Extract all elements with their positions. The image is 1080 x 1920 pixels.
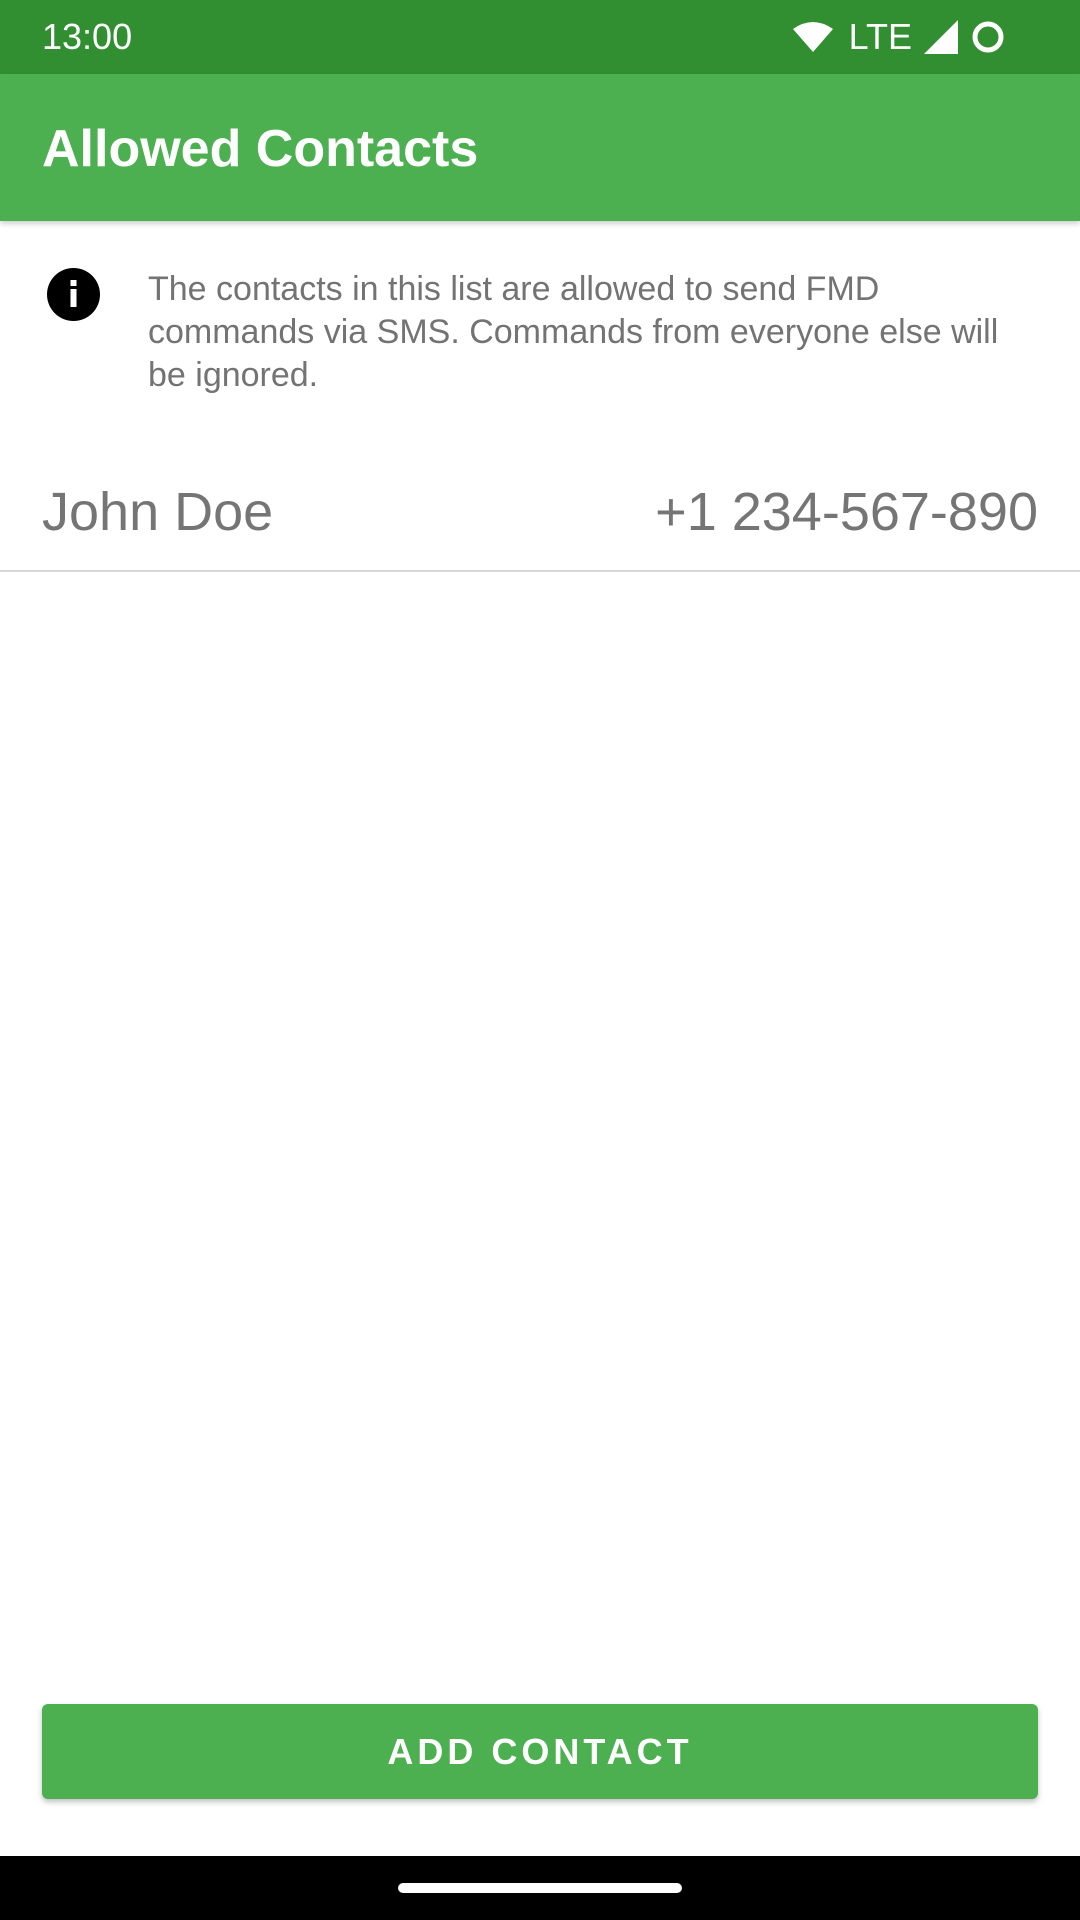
status-bar: 13:00 LTE [0, 0, 1080, 74]
status-icons: LTE [792, 14, 1006, 60]
home-gesture-handle[interactable] [398, 1883, 682, 1893]
status-time: 13:00 [42, 16, 133, 57]
circle-status-icon [972, 21, 1004, 53]
contact-name: John Doe [42, 482, 274, 542]
contact-phone: +1 234-567-890 [655, 482, 1038, 542]
info-message: The contacts in this list are allowed to… [148, 270, 999, 394]
wifi-icon [792, 22, 833, 52]
navigation-bar [0, 1856, 1080, 1920]
network-type-label: LTE [848, 16, 912, 57]
app-bar: Allowed Contacts [0, 74, 1080, 221]
cell-signal-icon [924, 20, 958, 54]
add-contact-button[interactable]: ADD CONTACT [42, 1704, 1038, 1799]
info-icon [47, 268, 100, 321]
page-title: Allowed Contacts [42, 120, 479, 178]
contact-row[interactable]: John Doe +1 234-567-890 [0, 462, 1080, 572]
